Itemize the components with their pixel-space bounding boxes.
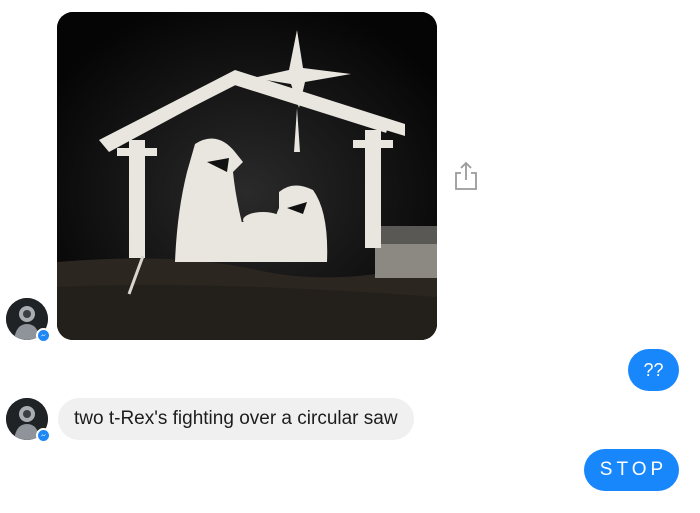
- chat-thread: ?? two t-Rex's fighting over a circular …: [0, 0, 700, 513]
- messenger-badge-icon: [36, 328, 51, 343]
- message-bubble-outgoing[interactable]: STOP: [584, 449, 679, 491]
- image-message[interactable]: [57, 12, 437, 340]
- contact-avatar[interactable]: [6, 398, 51, 443]
- share-icon[interactable]: [452, 160, 480, 192]
- nativity-photo: [57, 12, 437, 340]
- messenger-badge-icon: [36, 428, 51, 443]
- message-bubble-incoming[interactable]: two t-Rex's fighting over a circular saw: [58, 398, 414, 440]
- contact-avatar[interactable]: [6, 298, 51, 343]
- message-bubble-outgoing[interactable]: ??: [628, 349, 679, 391]
